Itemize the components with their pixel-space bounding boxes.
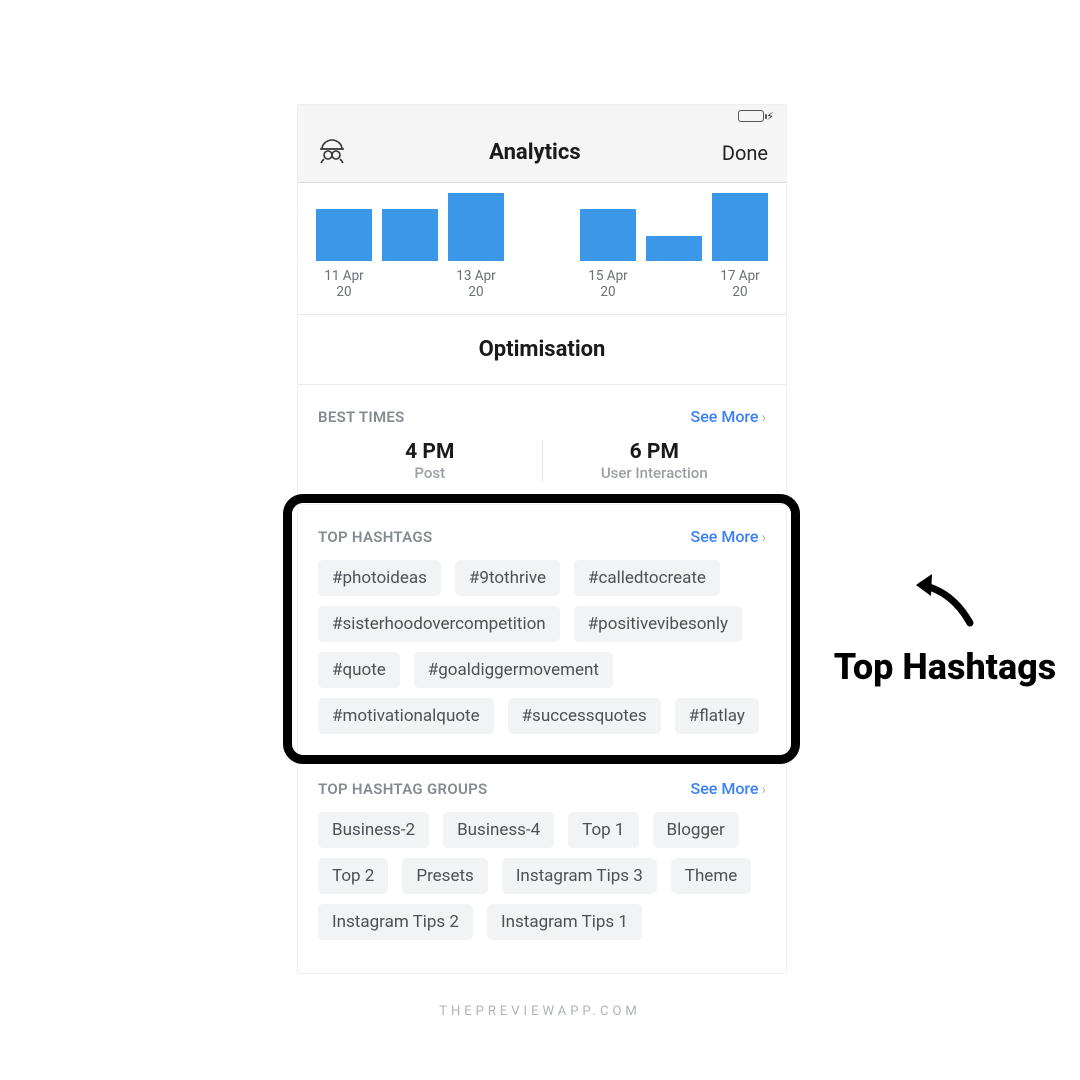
hashtag-group-chip[interactable]: Instagram Tips 3 [502, 858, 657, 894]
axis-label: 15 Apr 20 [580, 268, 636, 300]
arrow-icon [910, 565, 980, 635]
best-times-title: BEST TIMES [318, 408, 405, 426]
bar-13-apr [448, 193, 504, 261]
bar-15-apr [580, 209, 636, 261]
chart-axis: 11 Apr 20 . 13 Apr 20 . 15 Apr 20 . 17 A… [316, 268, 768, 300]
bar-16-apr [646, 236, 702, 261]
chevron-right-icon: › [761, 780, 766, 798]
bar-11-apr [316, 209, 372, 261]
hashtag-group-chip[interactable]: Presets [402, 858, 487, 894]
hashtag-group-chip[interactable]: Instagram Tips 2 [318, 904, 473, 940]
activity-chart: 11 Apr 20 . 13 Apr 20 . 15 Apr 20 . 17 A… [298, 183, 786, 315]
hashtag-group-chip[interactable]: Blogger [653, 812, 739, 848]
charging-icon: ⚡︎ [766, 111, 774, 122]
status-bar: ⚡︎ [298, 105, 786, 123]
footer-watermark: THEPREVIEWAPP.COM [0, 1004, 1080, 1019]
chevron-right-icon: › [761, 408, 766, 426]
hashtag-chip[interactable]: #positivevibesonly [574, 606, 742, 642]
phone-frame: ⚡︎ Analytics Done 11 Apr 20 . [297, 104, 787, 974]
annotation-text: Top Hashtags [830, 645, 1060, 690]
hashtag-chip[interactable]: #photoideas [318, 560, 441, 596]
top-hashtag-groups-section: TOP HASHTAG GROUPS See More› Business-2 … [298, 757, 786, 962]
chevron-right-icon: › [761, 528, 766, 546]
best-times-section: BEST TIMES See More› 4 PM Post 6 PM User… [298, 385, 786, 505]
bar-12-apr [382, 209, 438, 261]
best-time-interaction: 6 PM User Interaction [542, 440, 767, 482]
page-title: Analytics [489, 140, 580, 165]
done-button[interactable]: Done [722, 141, 768, 165]
hashtag-chip[interactable]: #successquotes [508, 698, 661, 734]
axis-label: 11 Apr 20 [316, 268, 372, 300]
bar-17-apr [712, 193, 768, 261]
hashtag-group-chip[interactable]: Theme [671, 858, 751, 894]
annotation-arrow-label: Top Hashtags [830, 565, 1060, 690]
hashtag-group-chip[interactable]: Business-2 [318, 812, 429, 848]
top-hashtags-title: TOP HASHTAGS [318, 528, 432, 546]
battery-icon [738, 110, 764, 122]
spy-icon[interactable] [316, 135, 348, 171]
hashtag-chip[interactable]: #flatlay [675, 698, 759, 734]
hashtag-group-chip[interactable]: Top 2 [318, 858, 388, 894]
hashtag-group-chip[interactable]: Instagram Tips 1 [487, 904, 642, 940]
axis-label: 17 Apr 20 [712, 268, 768, 300]
hashtag-chip[interactable]: #quote [318, 652, 400, 688]
hashtag-chip[interactable]: #sisterhoodovercompetition [318, 606, 560, 642]
see-more-hashtag-groups[interactable]: See More› [691, 779, 766, 798]
best-time-post: 4 PM Post [318, 440, 542, 482]
see-more-top-hashtags[interactable]: See More› [691, 527, 766, 546]
top-hashtags-section: TOP HASHTAGS See More› #photoideas #9tot… [298, 505, 786, 757]
hashtag-group-chip[interactable]: Top 1 [568, 812, 638, 848]
hashtag-chip[interactable]: #9tothrive [455, 560, 560, 596]
hashtag-group-chip[interactable]: Business-4 [443, 812, 554, 848]
hashtag-chip[interactable]: #calledtocreate [574, 560, 720, 596]
top-hashtag-groups-title: TOP HASHTAG GROUPS [318, 780, 488, 798]
optimisation-heading: Optimisation [298, 315, 786, 385]
app-header: Analytics Done [298, 123, 786, 183]
see-more-best-times[interactable]: See More› [691, 407, 766, 426]
axis-label: 13 Apr 20 [448, 268, 504, 300]
hashtag-chip[interactable]: #motivationalquote [318, 698, 494, 734]
hashtag-chip[interactable]: #goaldiggermovement [414, 652, 613, 688]
